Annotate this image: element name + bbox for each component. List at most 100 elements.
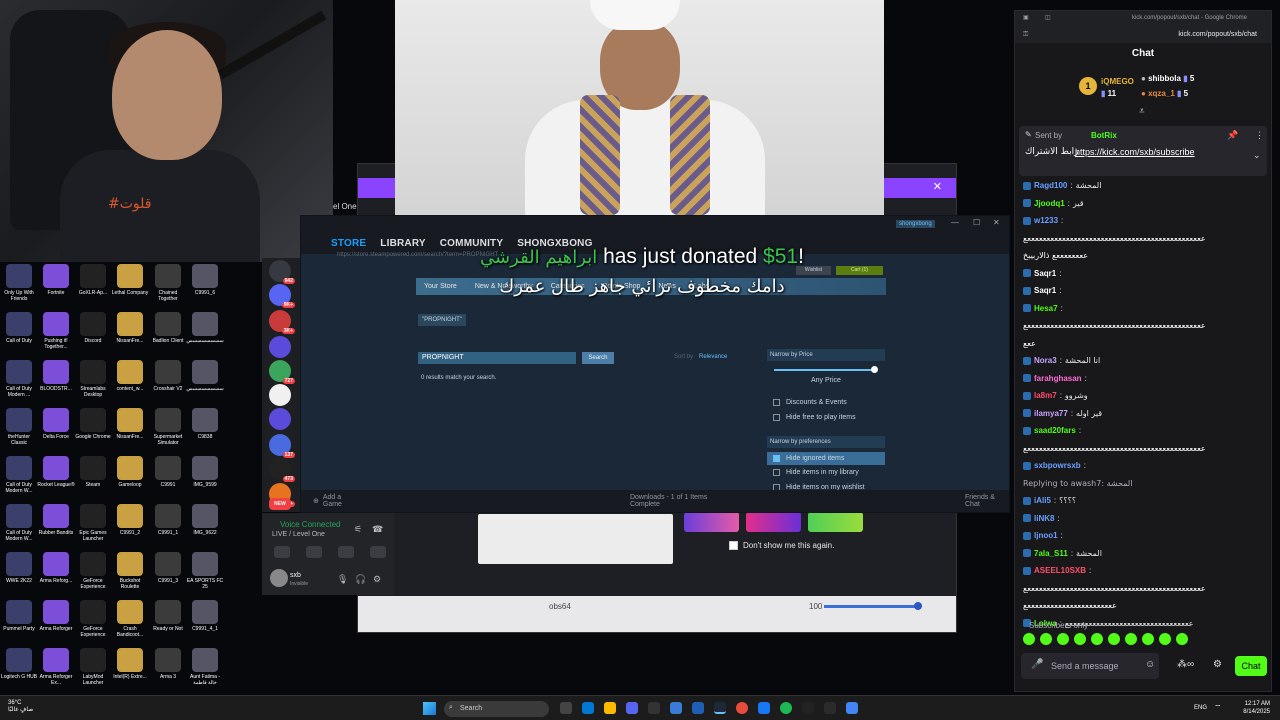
language-indicator[interactable]: ENG: [1194, 705, 1207, 711]
price-filter-header[interactable]: Narrow by Price: [767, 349, 885, 361]
expand-icon[interactable]: ⩡: [1139, 106, 1145, 117]
maximize-icon[interactable]: ◫: [1045, 14, 1051, 21]
wifi-icon[interactable]: ⌔: [1214, 703, 1222, 713]
maximize-icon[interactable]: ☐: [973, 218, 980, 227]
desktop-icon[interactable]: Rocket League®: [37, 456, 75, 488]
desktop-icon[interactable]: IMG_9599: [186, 456, 224, 488]
chat-message[interactable]: saad20fars:: [1023, 426, 1267, 435]
desktop-icon[interactable]: Badlion Client: [149, 312, 187, 344]
desktop-icon[interactable]: GeForce Experience: [74, 600, 112, 638]
emote-icon[interactable]: [1074, 633, 1086, 645]
emoji-icon[interactable]: ☺: [1145, 659, 1155, 670]
chat-username[interactable]: liNK8: [1034, 514, 1054, 523]
unpin-icon[interactable]: 📌: [1227, 130, 1238, 141]
chat-message[interactable]: iAli5: ؟؟؟؟: [1023, 496, 1267, 505]
chat-message[interactable]: la8m7: وشروو: [1023, 391, 1267, 400]
steam-icon[interactable]: [714, 702, 726, 714]
avatar[interactable]: [270, 569, 288, 587]
desktop-icon[interactable]: Google Chrome: [74, 408, 112, 440]
desktop-icon[interactable]: EA SPORTS FC 25: [186, 552, 224, 590]
chat-message[interactable]: ASEEL10SXB:: [1023, 566, 1267, 575]
desktop-icon[interactable]: C9991_1: [149, 504, 187, 536]
chat-message[interactable]: sxbpowrsxb:: [1023, 461, 1267, 470]
emote-icon[interactable]: [1108, 633, 1120, 645]
desktop-icon[interactable]: theHunter Classic: [0, 408, 38, 446]
close-icon[interactable]: ✕: [993, 218, 1000, 227]
desktop-icon[interactable]: Pushing it! Together...: [37, 312, 75, 350]
promo-thumb[interactable]: [746, 512, 801, 532]
chat-message[interactable]: عععععععععععععععععععععععععععععععععععععععع…: [1023, 234, 1267, 243]
chat-username[interactable]: Hesa7: [1034, 304, 1058, 313]
leaderboard-second[interactable]: ● shibbola ▮ 5: [1141, 74, 1194, 83]
desktop-icon[interactable]: C9991_2: [111, 504, 149, 536]
promo-thumb[interactable]: [684, 512, 739, 532]
discord-server-icon[interactable]: 137: [269, 434, 295, 458]
chat-message[interactable]: عععععععععععععععععععععععععععععععععععععععع…: [1023, 444, 1267, 453]
chat-message[interactable]: عععععععععععععععععععععععععععععععععععععععع…: [1023, 584, 1267, 593]
store-search-input[interactable]: PROPNIGHT: [418, 352, 576, 364]
desktop-icon[interactable]: سسسسسسسس: [186, 360, 224, 392]
desktop-icon[interactable]: C9991: [149, 456, 187, 488]
minimize-icon[interactable]: —: [951, 218, 959, 227]
desktop-icon[interactable]: Fortnite: [37, 264, 75, 296]
desktop-icon[interactable]: Rubber Bandits: [37, 504, 75, 536]
chat-message[interactable]: Ragd100: المحشة: [1023, 181, 1267, 190]
volume-slider-handle[interactable]: [914, 602, 922, 610]
steam-url[interactable]: https://store.steampowered.com/search/?t…: [337, 252, 498, 258]
desktop-icon[interactable]: Arma Reforger Ex...: [37, 648, 75, 686]
taskbar-app-icon[interactable]: [582, 702, 594, 714]
checkbox-icon[interactable]: [773, 399, 780, 406]
soundboard-icon[interactable]: [370, 546, 386, 558]
search-tag[interactable]: "PROPNIGHT": [418, 314, 466, 326]
desktop-icon[interactable]: Crash Bandicoot...: [111, 600, 149, 638]
close-icon[interactable]: ✕: [933, 180, 942, 193]
chat-message[interactable]: ilamya77: قير اوله: [1023, 409, 1267, 418]
chevron-down-icon[interactable]: ⌄: [1253, 150, 1261, 161]
obs-icon[interactable]: [802, 702, 814, 714]
emote-icon[interactable]: [1125, 633, 1137, 645]
desktop-icon[interactable]: WWE 2K22: [0, 552, 38, 584]
windows-start-icon[interactable]: [423, 702, 436, 715]
spotify-icon[interactable]: [780, 702, 792, 714]
discord-server-icon[interactable]: [269, 384, 291, 406]
emote-icon[interactable]: [1159, 633, 1171, 645]
checkbox-icon[interactable]: [773, 414, 780, 421]
discord-server-icon[interactable]: 9K+: [269, 284, 295, 308]
filter-discounts[interactable]: Discounts & Events: [773, 399, 847, 406]
task-view-icon[interactable]: [560, 702, 572, 714]
voice-connected-label[interactable]: Voice Connected: [280, 520, 341, 529]
preference-filter-header[interactable]: Narrow by preferences: [767, 436, 885, 448]
taskbar-app-icon[interactable]: [846, 702, 858, 714]
taskbar-app-icon[interactable]: [824, 702, 836, 714]
pinned-link[interactable]: https://kick.com/sxb/subscribe: [1075, 147, 1195, 157]
checkbox-icon[interactable]: [729, 541, 738, 550]
chat-username[interactable]: ljnoo1: [1034, 531, 1058, 540]
folder-icon[interactable]: [269, 336, 291, 358]
price-slider-handle[interactable]: [871, 366, 878, 373]
microphone-icon[interactable]: 🎙: [337, 574, 348, 585]
taskbar-app-icon[interactable]: [648, 702, 660, 714]
pinned-message[interactable]: ✎ Sent by BotRix رابط الاشتراك https://k…: [1019, 126, 1267, 176]
taskbar-clock[interactable]: 12:17 AM 8/14/2025: [1243, 700, 1270, 716]
pinned-bot-name[interactable]: BotRix: [1091, 131, 1117, 140]
chat-message[interactable]: Hesa7:: [1023, 304, 1267, 313]
desktop-icon[interactable]: Only Up With Friends: [0, 264, 38, 302]
steam-user-pill[interactable]: shongxbong: [896, 220, 935, 228]
desktop-icon[interactable]: BLOODSTR...: [37, 360, 75, 392]
emote-icon[interactable]: [1023, 633, 1035, 645]
chat-username[interactable]: Jjoodq1: [1034, 199, 1065, 208]
desktop-icon[interactable]: Chained Together: [149, 264, 187, 302]
chat-message[interactable]: ljnoo1:: [1023, 531, 1267, 540]
discord-icon[interactable]: [626, 702, 638, 714]
new-badge[interactable]: NEW: [269, 498, 291, 510]
checkbox-icon[interactable]: [773, 469, 780, 476]
chat-message[interactable]: Saqr1:: [1023, 286, 1267, 295]
desktop-icon[interactable]: Call of Duty: [0, 312, 38, 344]
desktop-icon[interactable]: content_w...: [111, 360, 149, 392]
more-icon[interactable]: ⋮: [1255, 130, 1264, 141]
emote-icon[interactable]: [1142, 633, 1154, 645]
desktop-icon[interactable]: Gameloop: [111, 456, 149, 488]
key-icon[interactable]: ⚿: [1023, 27, 1028, 43]
filter-hide-free[interactable]: Hide free to play items: [773, 414, 856, 421]
store-nav-your-store[interactable]: Your Store: [424, 283, 457, 290]
